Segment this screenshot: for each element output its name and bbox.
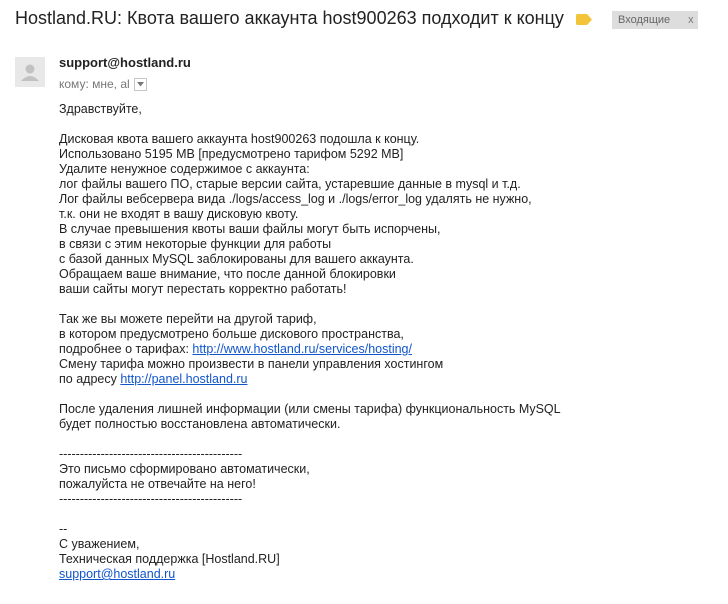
subject-bar: Hostland.RU: Квота вашего аккаунта host9…: [0, 0, 728, 40]
body-line: Обращаем ваше внимание, что после данной…: [59, 267, 396, 281]
body-line: В случае превышения квоты ваши файлы мог…: [59, 222, 441, 236]
panel-line: по адресу http://panel.hostland.ru: [59, 372, 699, 387]
hosting-tariffs-link[interactable]: http://www.hostland.ru/services/hosting/: [192, 342, 412, 356]
body-line: Использовано 5195 MB [предусмотрено тари…: [59, 147, 404, 161]
body-line: лог файлы вашего ПО, старые версии сайта…: [59, 177, 521, 191]
control-panel-link[interactable]: http://panel.hostland.ru: [120, 372, 247, 386]
message-body: Здравствуйте, Дисковая квота вашего акка…: [59, 102, 699, 582]
body-line: будет полностью восстановлена автоматиче…: [59, 417, 341, 431]
body-line: ваши сайты могут перестать корректно раб…: [59, 282, 347, 296]
auto-notice-line: пожалуйста не отвечайте на него!: [59, 477, 256, 491]
body-line: Так же вы можете перейти на другой тариф…: [59, 312, 317, 326]
signature-dash: --: [59, 522, 68, 536]
email-subject: Hostland.RU: Квота вашего аккаунта host9…: [15, 8, 564, 28]
signature-team: Техническая поддержка [Hostland.RU]: [59, 552, 280, 566]
body-line: с базой данных MySQL заблокированы для в…: [59, 252, 414, 266]
tariffs-line: подробнее о тарифах: http://www.hostland…: [59, 342, 699, 357]
body-line: Смену тарифа можно произвести в панели у…: [59, 357, 444, 371]
sender-email[interactable]: support@hostland.ru: [59, 55, 191, 70]
show-details-button[interactable]: [133, 77, 147, 91]
signature-regards: С уважением,: [59, 537, 140, 551]
body-line: Дисковая квота вашего аккаунта host90026…: [59, 132, 420, 146]
body-line: в котором предусмотрено больше дискового…: [59, 327, 404, 341]
recipients-text: кому: мне, al: [59, 77, 130, 91]
panel-label: по адресу: [59, 372, 121, 386]
label-tag-icon[interactable]: [576, 14, 592, 25]
inbox-label-text: Входящие: [618, 14, 671, 26]
body-line: После удаления лишней информации (или см…: [59, 402, 561, 416]
remove-label-button[interactable]: x: [688, 14, 694, 26]
separator-line: ----------------------------------------…: [59, 492, 243, 506]
chevron-down-icon: [136, 81, 144, 86]
body-line: Лог файлы вебсервера вида ./logs/access_…: [59, 192, 532, 206]
body-line: т.к. они не входят в вашу дисковую квоту…: [59, 207, 299, 221]
separator-line: ----------------------------------------…: [59, 447, 243, 461]
recipients-row: кому: мне, al: [59, 77, 147, 91]
greeting: Здравствуйте,: [59, 102, 142, 116]
tariffs-label: подробнее о тарифах:: [59, 342, 193, 356]
body-line: в связи с этим некоторые функции для раб…: [59, 237, 332, 251]
auto-notice-line: Это письмо сформировано автоматически,: [59, 462, 310, 476]
signature-email-line: support@hostland.ru: [59, 567, 699, 582]
sender-avatar[interactable]: [15, 57, 45, 87]
support-email-link[interactable]: support@hostland.ru: [59, 567, 175, 581]
person-icon: [15, 57, 45, 87]
inbox-label-chip[interactable]: Входящие x: [612, 11, 698, 29]
body-line: Удалите ненужное содержимое с аккаунта:: [59, 162, 310, 176]
